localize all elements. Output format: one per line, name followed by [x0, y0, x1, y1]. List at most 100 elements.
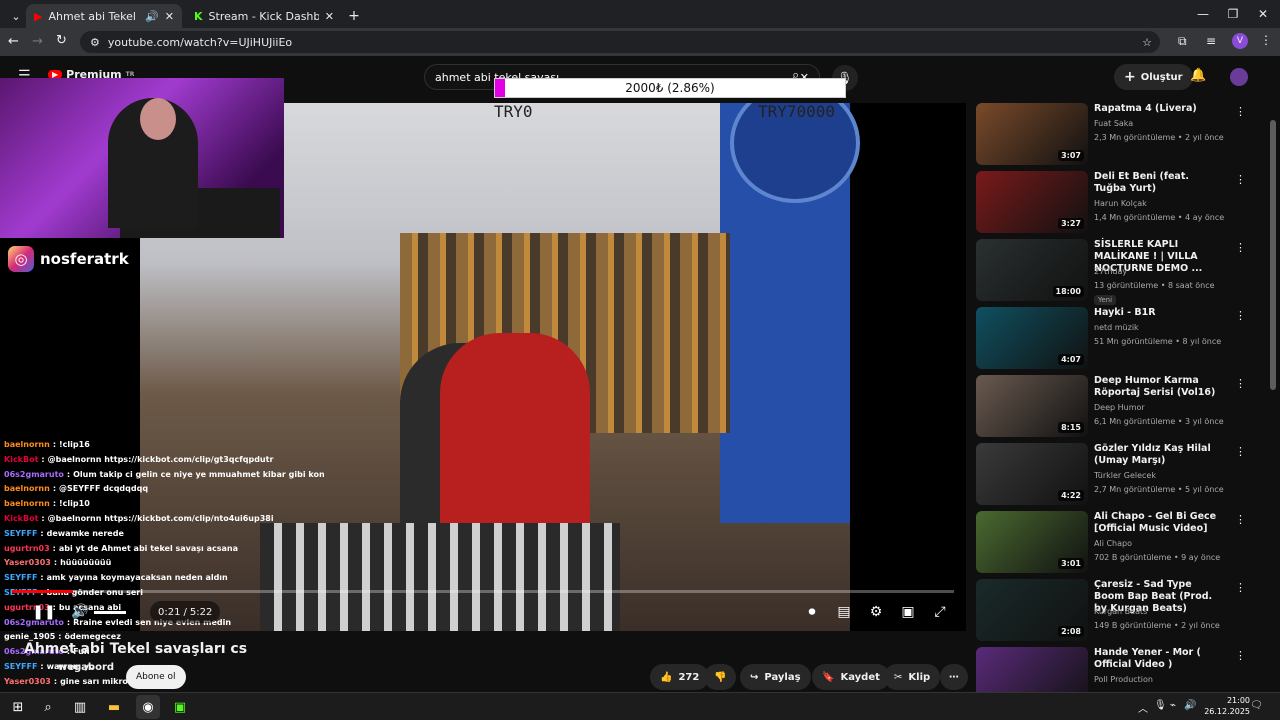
search-icon[interactable]: ⌕: [36, 695, 60, 719]
recommendation-item[interactable]: 3:01 Ali Chapo - Gel Bi Gece [Official Mu…: [976, 511, 1256, 579]
tray-chevron-icon[interactable]: ︿: [1138, 700, 1148, 715]
more-icon[interactable]: ⋮: [1235, 649, 1246, 662]
save-button[interactable]: 🔖 Kaydet: [812, 664, 890, 690]
back-icon[interactable]: ←: [8, 34, 19, 49]
recommendation-thumbnail[interactable]: 8:15: [976, 375, 1088, 437]
system-clock[interactable]: 21:00 26.12.2025: [1204, 695, 1250, 717]
recommendation-channel[interactable]: Ali Chapo: [1094, 539, 1132, 548]
recommendation-channel[interactable]: Fuat Saka: [1094, 119, 1133, 128]
recommendation-title[interactable]: Rapatma 4 (Livera): [1094, 103, 1224, 115]
minimize-button[interactable]: —: [1186, 0, 1220, 28]
more-actions-button[interactable]: ⋯: [940, 664, 968, 690]
recommendation-channel[interactable]: Türkler Gelecek: [1094, 471, 1156, 480]
account-avatar[interactable]: [1230, 68, 1248, 86]
more-icon[interactable]: ⋮: [1235, 513, 1246, 526]
recommendation-item[interactable]: 4:22 Gözler Yıldız Kaş Hilal (Umay Marşı)…: [976, 443, 1256, 511]
extensions-icon[interactable]: ⧉: [1178, 34, 1187, 49]
recommendation-item[interactable]: 18:00 SİSLERLE KAPLI MALİKANE ! | VILLA N…: [976, 239, 1256, 307]
recommendation-channel[interactable]: Kurgan Beats: [1094, 607, 1147, 616]
recommendation-stats: 702 B görüntüleme • 9 ay önce: [1094, 553, 1221, 562]
settings-icon[interactable]: ⚙: [864, 600, 888, 624]
site-info-icon[interactable]: ⚙: [90, 36, 100, 49]
menu-icon[interactable]: ⋮: [1260, 33, 1272, 47]
notifications-icon[interactable]: 🔔: [1190, 68, 1206, 83]
more-icon[interactable]: ⋮: [1235, 241, 1246, 254]
recommendation-item[interactable]: 3:07 Rapatma 4 (Livera) Fuat Saka 2,3 Mn gö…: [976, 103, 1256, 171]
recommendation-channel[interactable]: Poll Production: [1094, 675, 1153, 684]
chrome-icon[interactable]: ◉: [136, 695, 160, 719]
video-duration: 2:08: [1058, 626, 1084, 637]
reload-icon[interactable]: ↻: [56, 33, 67, 48]
task-view-icon[interactable]: ▥: [68, 695, 92, 719]
page-scrollbar[interactable]: [1270, 120, 1276, 390]
restore-button[interactable]: ❐: [1216, 0, 1250, 28]
recommendation-thumbnail[interactable]: 3:07: [976, 103, 1088, 165]
tab-kick[interactable]: K Stream - Kick Dashboard ✕: [186, 4, 342, 28]
tab-youtube[interactable]: ▶ Ahmet abi Tekel savaşları cs 🔊 ✕: [26, 4, 182, 28]
volume-slider[interactable]: [94, 611, 126, 614]
subtitles-icon[interactable]: ▤: [832, 600, 856, 624]
recommendation-title[interactable]: Gözler Yıldız Kaş Hilal (Umay Marşı): [1094, 443, 1224, 467]
network-icon[interactable]: ⌁: [1170, 700, 1176, 711]
donation-min-label: TRY0: [494, 102, 533, 121]
volume-tray-icon[interactable]: 🔊: [1184, 700, 1196, 711]
recommendation-thumbnail[interactable]: 18:00: [976, 239, 1088, 301]
like-button[interactable]: 👍 272: [650, 664, 710, 690]
recommendation-thumbnail[interactable]: 3:01: [976, 511, 1088, 573]
more-icon[interactable]: ⋮: [1235, 173, 1246, 186]
more-icon[interactable]: ⋮: [1235, 105, 1246, 118]
notification-center-icon[interactable]: 🗨: [1250, 700, 1263, 711]
address-bar[interactable]: ⚙ youtube.com/watch?v=UJiHUJiiEo ☆: [80, 31, 1160, 53]
file-explorer-icon[interactable]: ▬: [102, 695, 126, 719]
recommendation-channel[interactable]: netd müzik: [1094, 323, 1139, 332]
more-icon[interactable]: ⋮: [1235, 377, 1246, 390]
recommendation-title[interactable]: Deli Et Beni (feat. Tuğba Yurt): [1094, 171, 1224, 195]
recommendation-item[interactable]: 2:08 Çaresiz - Sad Type Boom Bap Beat (Pr…: [976, 579, 1256, 647]
recommendation-thumbnail[interactable]: 2:08: [976, 579, 1088, 641]
autoplay-toggle[interactable]: ⏺: [800, 600, 824, 624]
kick-app-icon[interactable]: ▣: [168, 695, 192, 719]
subscribe-button[interactable]: Abone ol: [126, 665, 186, 689]
fullscreen-icon[interactable]: ⤢: [928, 600, 952, 624]
profile-avatar[interactable]: V: [1232, 33, 1248, 49]
start-icon[interactable]: ⊞: [6, 695, 30, 719]
volume-icon[interactable]: 🔊: [68, 600, 92, 624]
recommendation-thumbnail[interactable]: 3:27: [976, 171, 1088, 233]
close-window-button[interactable]: ✕: [1246, 0, 1280, 28]
recommendation-item[interactable]: 8:15 Deep Humor Karma Röportaj Serisi (Vo…: [976, 375, 1256, 443]
recommendation-title[interactable]: Ali Chapo - Gel Bi Gece [Official Music …: [1094, 511, 1224, 535]
tab-search-button[interactable]: ⌄: [6, 4, 26, 28]
miniplayer-icon[interactable]: ▣: [896, 600, 920, 624]
recommendation-title[interactable]: Hande Yener - Mor ( Official Video ): [1094, 647, 1224, 671]
share-button[interactable]: ↪ Paylaş: [740, 664, 811, 690]
more-icon[interactable]: ⋮: [1235, 445, 1246, 458]
new-tab-button[interactable]: +: [344, 4, 364, 28]
channel-name[interactable]: wegabord: [58, 662, 114, 673]
media-icon[interactable]: ≡: [1206, 34, 1216, 48]
recommendation-title[interactable]: Deep Humor Karma Röportaj Serisi (Vol16): [1094, 375, 1224, 399]
forward-icon[interactable]: →: [32, 34, 43, 49]
pause-icon[interactable]: ❚❚: [32, 600, 56, 624]
video-duration: 3:07: [1058, 150, 1084, 161]
recommendation-item[interactable]: 3:27 Deli Et Beni (feat. Tuğba Yurt) Harun…: [976, 171, 1256, 239]
recommendation-item[interactable]: 4:07 Hayki - B1R netd müzik 51 Mn görüntüle…: [976, 307, 1256, 375]
close-icon[interactable]: ✕: [325, 10, 334, 23]
recommendation-stats: 2,3 Mn görüntüleme • 2 yıl önce: [1094, 133, 1224, 142]
recommendation-thumbnail[interactable]: 4:22: [976, 443, 1088, 505]
recommendation-thumbnail[interactable]: 4:07: [976, 307, 1088, 369]
more-icon[interactable]: ⋮: [1235, 309, 1246, 322]
clip-button[interactable]: ✂ Klip: [884, 664, 941, 690]
plus-icon: +: [348, 8, 360, 24]
more-icon[interactable]: ⋮: [1235, 581, 1246, 594]
close-icon[interactable]: ✕: [165, 10, 174, 23]
recommendation-channel[interactable]: Deep Humor: [1094, 403, 1145, 412]
recommendation-channel[interactable]: Harun Kolçak: [1094, 199, 1147, 208]
recommendation-channel[interactable]: 27thday: [1094, 267, 1127, 276]
microphone-tray-icon[interactable]: 🎙: [1154, 700, 1167, 711]
donation-goal-fill: [495, 79, 505, 97]
recommendation-title[interactable]: Hayki - B1R: [1094, 307, 1224, 319]
star-icon[interactable]: ☆: [1142, 36, 1152, 49]
video-progress-bar[interactable]: [12, 590, 954, 593]
dislike-button[interactable]: 👎: [704, 664, 737, 690]
create-button[interactable]: + Oluştur: [1114, 64, 1193, 90]
